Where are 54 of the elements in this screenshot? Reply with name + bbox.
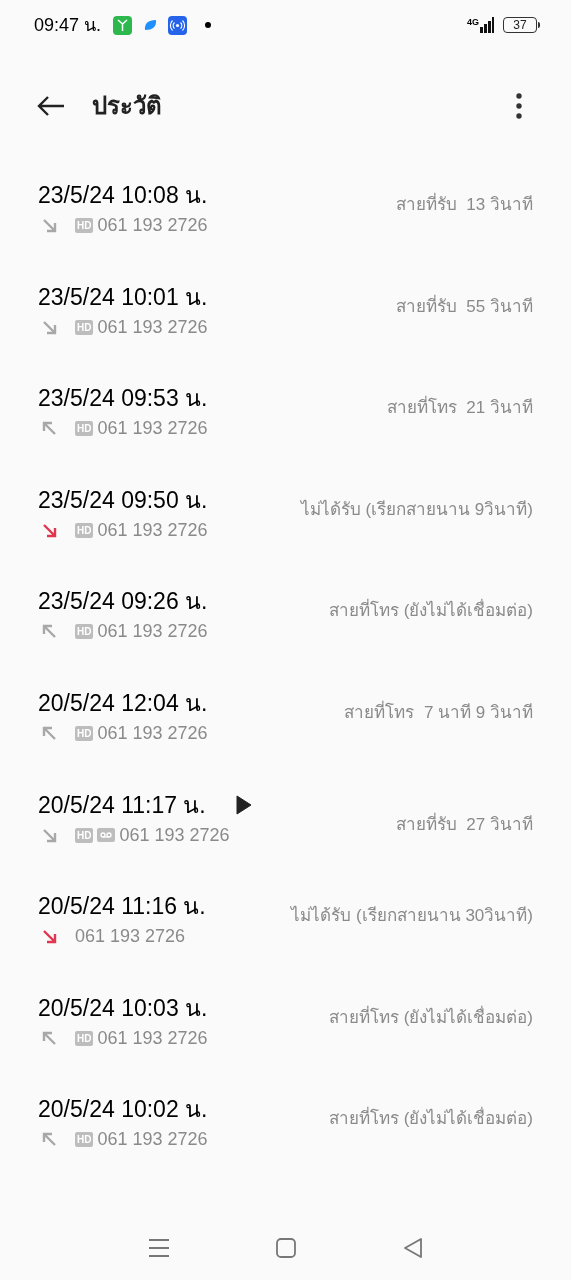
call-date-time: 20/5/24 12:04 น. [38, 688, 208, 718]
hd-badge: HD [75, 1132, 94, 1148]
call-status: สายที่รับ 27 วินาที [395, 811, 533, 836]
hd-badge: HD [75, 725, 94, 741]
back-arrow-icon[interactable] [36, 94, 66, 118]
phone-number: 061 193 2726 [97, 1128, 208, 1152]
menu-icon[interactable] [148, 1238, 171, 1258]
phone-number: 061 193 2726 [119, 823, 230, 847]
call-status: ไม่ได้รับ (เรียกสายนาน 30วินาที) [291, 904, 533, 928]
call-status: สายที่โทร 21 วินาที [386, 395, 533, 421]
call-date-time: 20/5/24 10:03 น. [38, 993, 208, 1023]
dot-icon [205, 22, 212, 28]
call-date-time: 20/5/24 11:16 น. [38, 892, 206, 922]
app-notification-icon [142, 17, 159, 33]
call-date-time: 23/5/24 09:53 น. [38, 384, 208, 414]
page-title: ประวัติ [92, 91, 162, 121]
phone-number: 061 193 2726 [97, 1026, 208, 1050]
broadcast-icon [168, 15, 188, 35]
play-icon[interactable] [235, 794, 252, 815]
back-triangle-icon[interactable] [402, 1238, 423, 1258]
app-notification-icon [113, 15, 133, 35]
call-status: สายที่โทร (ยังไม่ได้เชื่อมต่อ) [328, 598, 533, 624]
hd-badge: HD [75, 319, 94, 335]
call-date-time: 20/5/24 10:02 น. [38, 1095, 208, 1125]
more-options-icon[interactable] [516, 93, 522, 119]
call-status: สายที่รับ 13 วินาที [395, 192, 533, 218]
phone-number: 061 193 2726 [97, 417, 208, 441]
phone-number: 061 193 2726 [75, 925, 186, 949]
hd-badge: HD [75, 1030, 94, 1046]
call-status: สายที่โทร (ยังไม่ได้เชื่อมต่อ) [328, 1106, 533, 1132]
hd-badge: HD [75, 827, 94, 843]
call-date-time: 23/5/24 10:01 น. [38, 282, 208, 312]
signal-icon [480, 17, 494, 33]
phone-number: 061 193 2726 [97, 315, 208, 339]
hd-badge: HD [75, 421, 94, 437]
phone-number: 061 193 2726 [97, 518, 208, 542]
phone-number: 061 193 2726 [97, 721, 208, 745]
call-date-time: 23/5/24 09:26 น. [38, 587, 208, 617]
hd-badge: HD [75, 522, 94, 538]
hd-badge: HD [75, 624, 94, 640]
phone-number: 061 193 2726 [97, 214, 208, 237]
network-type: 4G [467, 16, 479, 29]
status-time: 09:47 น. [34, 13, 102, 37]
phone-number: 061 193 2726 [97, 620, 208, 644]
call-status: สายที่โทร 7 นาที 9 วินาที [344, 699, 533, 724]
call-date-time: 20/5/24 11:17 น. [38, 790, 206, 820]
call-date-time: 23/5/24 10:08 น. [38, 181, 208, 210]
hd-badge: HD [75, 218, 94, 233]
call-status: สายที่โทร (ยังไม่ได้เชื่อมต่อ) [328, 1004, 533, 1029]
battery-icon: 37 [503, 17, 537, 33]
call-status: ไม่ได้รับ (เรียกสายนาน 9วินาที) [300, 498, 533, 521]
home-square-icon[interactable] [276, 1238, 297, 1258]
call-status: สายที่รับ 55 วินาที [395, 293, 533, 318]
call-date-time: 23/5/24 09:50 น. [38, 485, 208, 515]
